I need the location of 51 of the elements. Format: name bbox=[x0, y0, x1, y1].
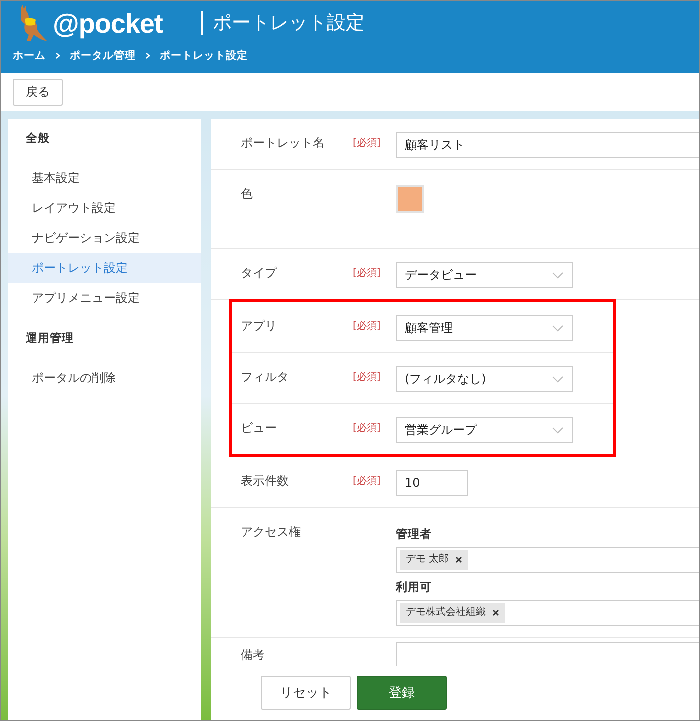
section-heading: 全般 bbox=[25, 130, 51, 147]
sidebar-item[interactable]: ポートレット設定 bbox=[8, 253, 201, 283]
text-input[interactable]: 顧客リスト bbox=[396, 132, 699, 158]
remove-icon[interactable] bbox=[456, 557, 462, 563]
sidebar-item[interactable]: 基本設定 bbox=[8, 163, 201, 193]
field-label: アプリ bbox=[241, 318, 278, 335]
member-field[interactable]: デモ株式会社組織 bbox=[396, 600, 699, 626]
field-label: ビュー bbox=[241, 420, 278, 437]
breadcrumb-link[interactable]: ホーム bbox=[13, 49, 46, 63]
select-dropdown[interactable]: 営業グループ bbox=[396, 417, 573, 443]
field-label: 色 bbox=[241, 186, 254, 203]
page-title: ポートレット設定 bbox=[201, 11, 365, 35]
required-mark: [必須] bbox=[353, 266, 382, 280]
field-label: 表示件数 bbox=[241, 473, 290, 490]
group-heading: 利用可 bbox=[396, 580, 433, 595]
sidebar-item[interactable]: レイアウト設定 bbox=[8, 193, 201, 223]
required-mark: [必須] bbox=[353, 370, 382, 384]
breadcrumb-link[interactable]: ポータル管理 bbox=[70, 49, 136, 63]
back-button[interactable]: 戻る bbox=[13, 79, 63, 106]
field-label: ポートレット名 bbox=[241, 135, 326, 152]
reset-button[interactable]: リセット bbox=[261, 676, 351, 710]
remove-icon[interactable] bbox=[493, 610, 499, 616]
submit-button[interactable]: 登録 bbox=[357, 676, 447, 710]
required-mark: [必須] bbox=[353, 320, 382, 333]
field-label: 備考 bbox=[241, 647, 266, 664]
sidebar-item[interactable]: ポータルの削除 bbox=[8, 363, 201, 393]
number-input[interactable]: 10 bbox=[396, 470, 468, 496]
field-label: フィルタ bbox=[241, 369, 290, 386]
tag-label: デモ株式会社組織 bbox=[406, 606, 486, 620]
group-heading: 管理者 bbox=[396, 527, 433, 542]
chevron-right-icon bbox=[54, 52, 62, 60]
required-mark: [必須] bbox=[353, 136, 382, 150]
select-dropdown[interactable]: データビュー bbox=[396, 262, 573, 288]
required-mark: [必須] bbox=[353, 474, 382, 488]
sidebar-item[interactable]: ナビゲーション設定 bbox=[8, 223, 201, 253]
field-label: アクセス権 bbox=[241, 524, 302, 541]
select-dropdown[interactable]: (フィルタなし) bbox=[396, 366, 573, 392]
member-field[interactable]: デモ 太郎 bbox=[396, 547, 699, 573]
sidebar-item[interactable]: アプリメニュー設定 bbox=[8, 283, 201, 313]
chevron-down-icon bbox=[552, 324, 564, 332]
required-mark: [必須] bbox=[353, 422, 382, 435]
field-label: タイプ bbox=[241, 265, 278, 282]
chevron-down-icon bbox=[552, 272, 564, 278]
chevron-down-icon bbox=[552, 376, 564, 382]
logo-text[interactable]: @pocket bbox=[53, 8, 163, 40]
chevron-down-icon bbox=[552, 426, 564, 434]
tag-label: デモ 太郎 bbox=[406, 552, 450, 567]
chevron-right-icon bbox=[144, 52, 152, 60]
color-swatch[interactable] bbox=[396, 185, 424, 213]
select-dropdown[interactable]: 顧客管理 bbox=[396, 315, 573, 341]
section-heading: 運用管理 bbox=[25, 330, 75, 347]
